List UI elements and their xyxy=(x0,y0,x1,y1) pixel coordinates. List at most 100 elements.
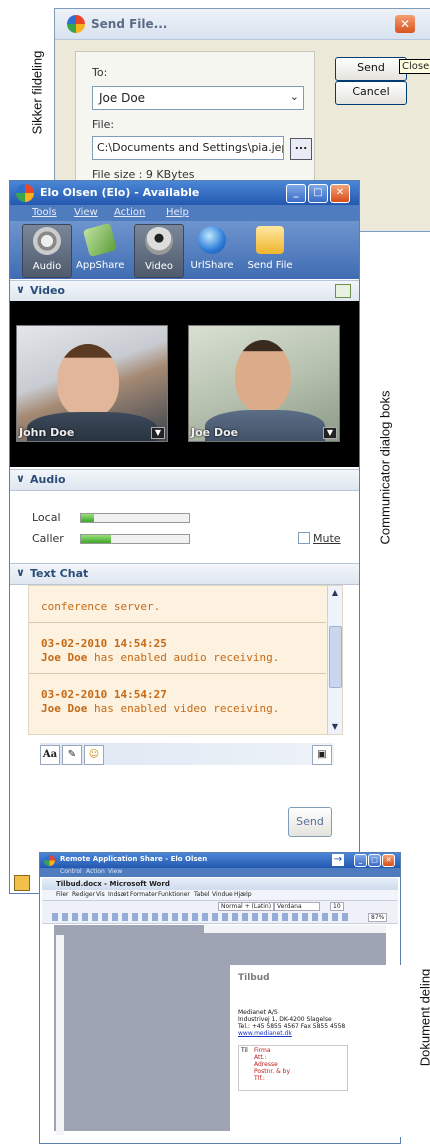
menu-action[interactable]: Action xyxy=(86,868,105,875)
video-section-header[interactable]: ∨ Video xyxy=(10,280,359,302)
toolbar-appshare-button[interactable]: AppShare xyxy=(76,222,124,276)
chat-toolbar: Aa ✎ ☺ ▣ xyxy=(40,743,334,765)
word-title: Tilbud.docx - Microsoft Word xyxy=(56,880,170,888)
menu-help[interactable]: Help xyxy=(166,207,189,218)
video-right-menu-button[interactable]: ▼ xyxy=(323,427,337,439)
doc-field-company: Firma xyxy=(254,1047,271,1054)
remote-share-titlebar: Remote Application Share - Elo Olsen → _… xyxy=(40,853,400,868)
smiley-icon[interactable]: ☺ xyxy=(84,745,104,765)
chat-send-button[interactable]: Send xyxy=(288,807,332,837)
audio-caller-fill xyxy=(81,535,112,543)
doc-web-link[interactable]: www.medianet.dk xyxy=(238,1030,292,1037)
globe-icon xyxy=(198,226,226,254)
menu-tools[interactable]: Tools xyxy=(32,207,57,218)
menu-control[interactable]: Control xyxy=(60,868,82,875)
font-button[interactable]: Aa xyxy=(40,745,60,765)
recipient-value: Joe Doe xyxy=(99,91,146,105)
status-icon[interactable] xyxy=(14,875,30,891)
chevron-down-icon: ∨ xyxy=(16,472,25,485)
file-label: File: xyxy=(92,118,115,131)
menu-view[interactable]: View xyxy=(74,207,98,218)
chat-message-sender: Joe Doe xyxy=(41,702,88,715)
file-path-field[interactable]: C:\Documents and Settings\pia.jeppe: xyxy=(92,136,284,160)
video-section-title: Video xyxy=(30,284,65,297)
audio-local-fill xyxy=(81,514,94,522)
close-button[interactable]: ✕ xyxy=(382,854,395,867)
word-menu-help[interactable]: Hjælp xyxy=(234,891,252,898)
word-menu-view[interactable]: Vis xyxy=(96,891,105,898)
scroll-thumb[interactable] xyxy=(329,626,342,688)
text-chat-section-title: Text Chat xyxy=(30,567,89,580)
word-menu-insert[interactable]: Indsæt xyxy=(108,891,129,898)
paint-icon[interactable]: ✎ xyxy=(62,745,82,765)
doc-to-label: Til xyxy=(241,1047,248,1054)
chat-message-time: 03-02-2010 14:54:25 xyxy=(41,637,167,650)
send-button[interactable]: Send xyxy=(335,57,407,81)
doc-field-address: Adresse xyxy=(254,1061,278,1068)
video-area: John Doe ▼ Joe Doe ▼ xyxy=(10,301,359,467)
send-file-icon xyxy=(256,226,284,254)
cancel-button[interactable]: Cancel xyxy=(335,81,407,105)
text-chat-section-header[interactable]: ∨ Text Chat xyxy=(10,563,359,585)
minimize-button[interactable]: _ xyxy=(354,854,367,867)
style-select[interactable]: Normal + (Latin) xyxy=(218,902,275,911)
word-menu-window[interactable]: Vindue xyxy=(212,891,233,898)
menu-bar: Tools View Action Help xyxy=(10,205,359,221)
toolbar-audio-button[interactable]: Audio xyxy=(22,224,72,278)
close-button[interactable]: ✕ xyxy=(330,184,350,203)
communicator-title: Elo Olsen (Elo) - Available xyxy=(40,186,200,199)
arrow-icon[interactable]: → xyxy=(332,854,344,866)
video-feed-right: Joe Doe ▼ xyxy=(188,325,340,442)
doc-address: Industrivej 1, DK-4200 Slagelse xyxy=(238,1016,332,1023)
toolbar-icons xyxy=(52,913,352,921)
file-path-value: C:\Documents and Settings\pia.jeppe: xyxy=(97,141,283,154)
menu-action[interactable]: Action xyxy=(114,207,145,218)
remote-share-window: Remote Application Share - Elo Olsen → _… xyxy=(39,852,402,1144)
popout-icon[interactable] xyxy=(335,284,351,298)
browse-button[interactable]: ... xyxy=(290,138,312,160)
video-left-menu-button[interactable]: ▼ xyxy=(151,427,165,439)
chat-message: conference server. xyxy=(29,586,326,623)
maximize-button[interactable]: □ xyxy=(308,184,328,203)
audio-section-header[interactable]: ∨ Audio xyxy=(10,469,359,491)
label-secure-file-sharing: Sikker fildeling xyxy=(29,50,45,135)
recipient-select[interactable]: Joe Doe ⌄ xyxy=(92,86,304,110)
word-menu-tools[interactable]: Funktioner xyxy=(158,891,190,898)
size-select[interactable]: 10 xyxy=(330,902,344,911)
document-page[interactable]: Tilbud Medianet A/S Industrivej 1, DK-42… xyxy=(230,965,402,1137)
chat-message-body: Joe Doe has enabled audio receiving. xyxy=(41,651,279,664)
toolbar-send-file-button[interactable]: Send File xyxy=(246,224,294,276)
minimize-button[interactable]: _ xyxy=(286,184,306,203)
close-tooltip: Close xyxy=(399,59,430,74)
close-button[interactable]: ✕ xyxy=(395,15,415,33)
toolbar: Audio AppShare Video UrlShare Send File xyxy=(10,221,359,279)
word-menu-table[interactable]: Tabel xyxy=(194,891,210,898)
send-file-title: Send File... xyxy=(91,17,168,31)
app-logo-icon xyxy=(16,184,34,202)
scroll-up-icon[interactable]: ▲ xyxy=(329,588,341,598)
toolbar-urlshare-button[interactable]: UrlShare xyxy=(188,224,236,276)
maximize-button[interactable]: □ xyxy=(368,854,381,867)
toolbar-video-button[interactable]: Video xyxy=(134,224,184,278)
word-menu-format[interactable]: Formater xyxy=(130,891,157,898)
communicator-window: Elo Olsen (Elo) - Available _ □ ✕ Tools … xyxy=(9,180,360,894)
chevron-down-icon: ⌄ xyxy=(289,90,299,103)
word-menu-edit[interactable]: Rediger xyxy=(72,891,95,898)
communicator-titlebar: Elo Olsen (Elo) - Available _ □ ✕ xyxy=(10,181,359,205)
word-menu-file[interactable]: Filer xyxy=(56,891,69,898)
chat-scrollbar[interactable]: ▲ ▼ xyxy=(327,586,342,734)
doc-field-postcode: Postnr. & by xyxy=(254,1068,291,1075)
mute-label: Mute xyxy=(313,532,341,545)
label-document-sharing: Dokument deling xyxy=(417,968,430,1067)
mute-checkbox[interactable] xyxy=(298,532,310,544)
chat-message-text: has enabled audio receiving. xyxy=(93,651,280,664)
zoom-select[interactable]: 87% xyxy=(368,913,388,922)
image-icon[interactable]: ▣ xyxy=(312,745,332,765)
font-select[interactable]: Verdana xyxy=(274,902,320,911)
chat-message-time: 03-02-2010 14:54:27 xyxy=(41,688,167,701)
menu-view[interactable]: View xyxy=(108,868,122,875)
video-left-name: John Doe xyxy=(19,426,75,439)
doc-phone: Tel.: +45 5855 4567 Fax 5855 4558 xyxy=(238,1023,346,1030)
person-left-image xyxy=(57,344,119,418)
scroll-down-icon[interactable]: ▼ xyxy=(329,722,341,732)
